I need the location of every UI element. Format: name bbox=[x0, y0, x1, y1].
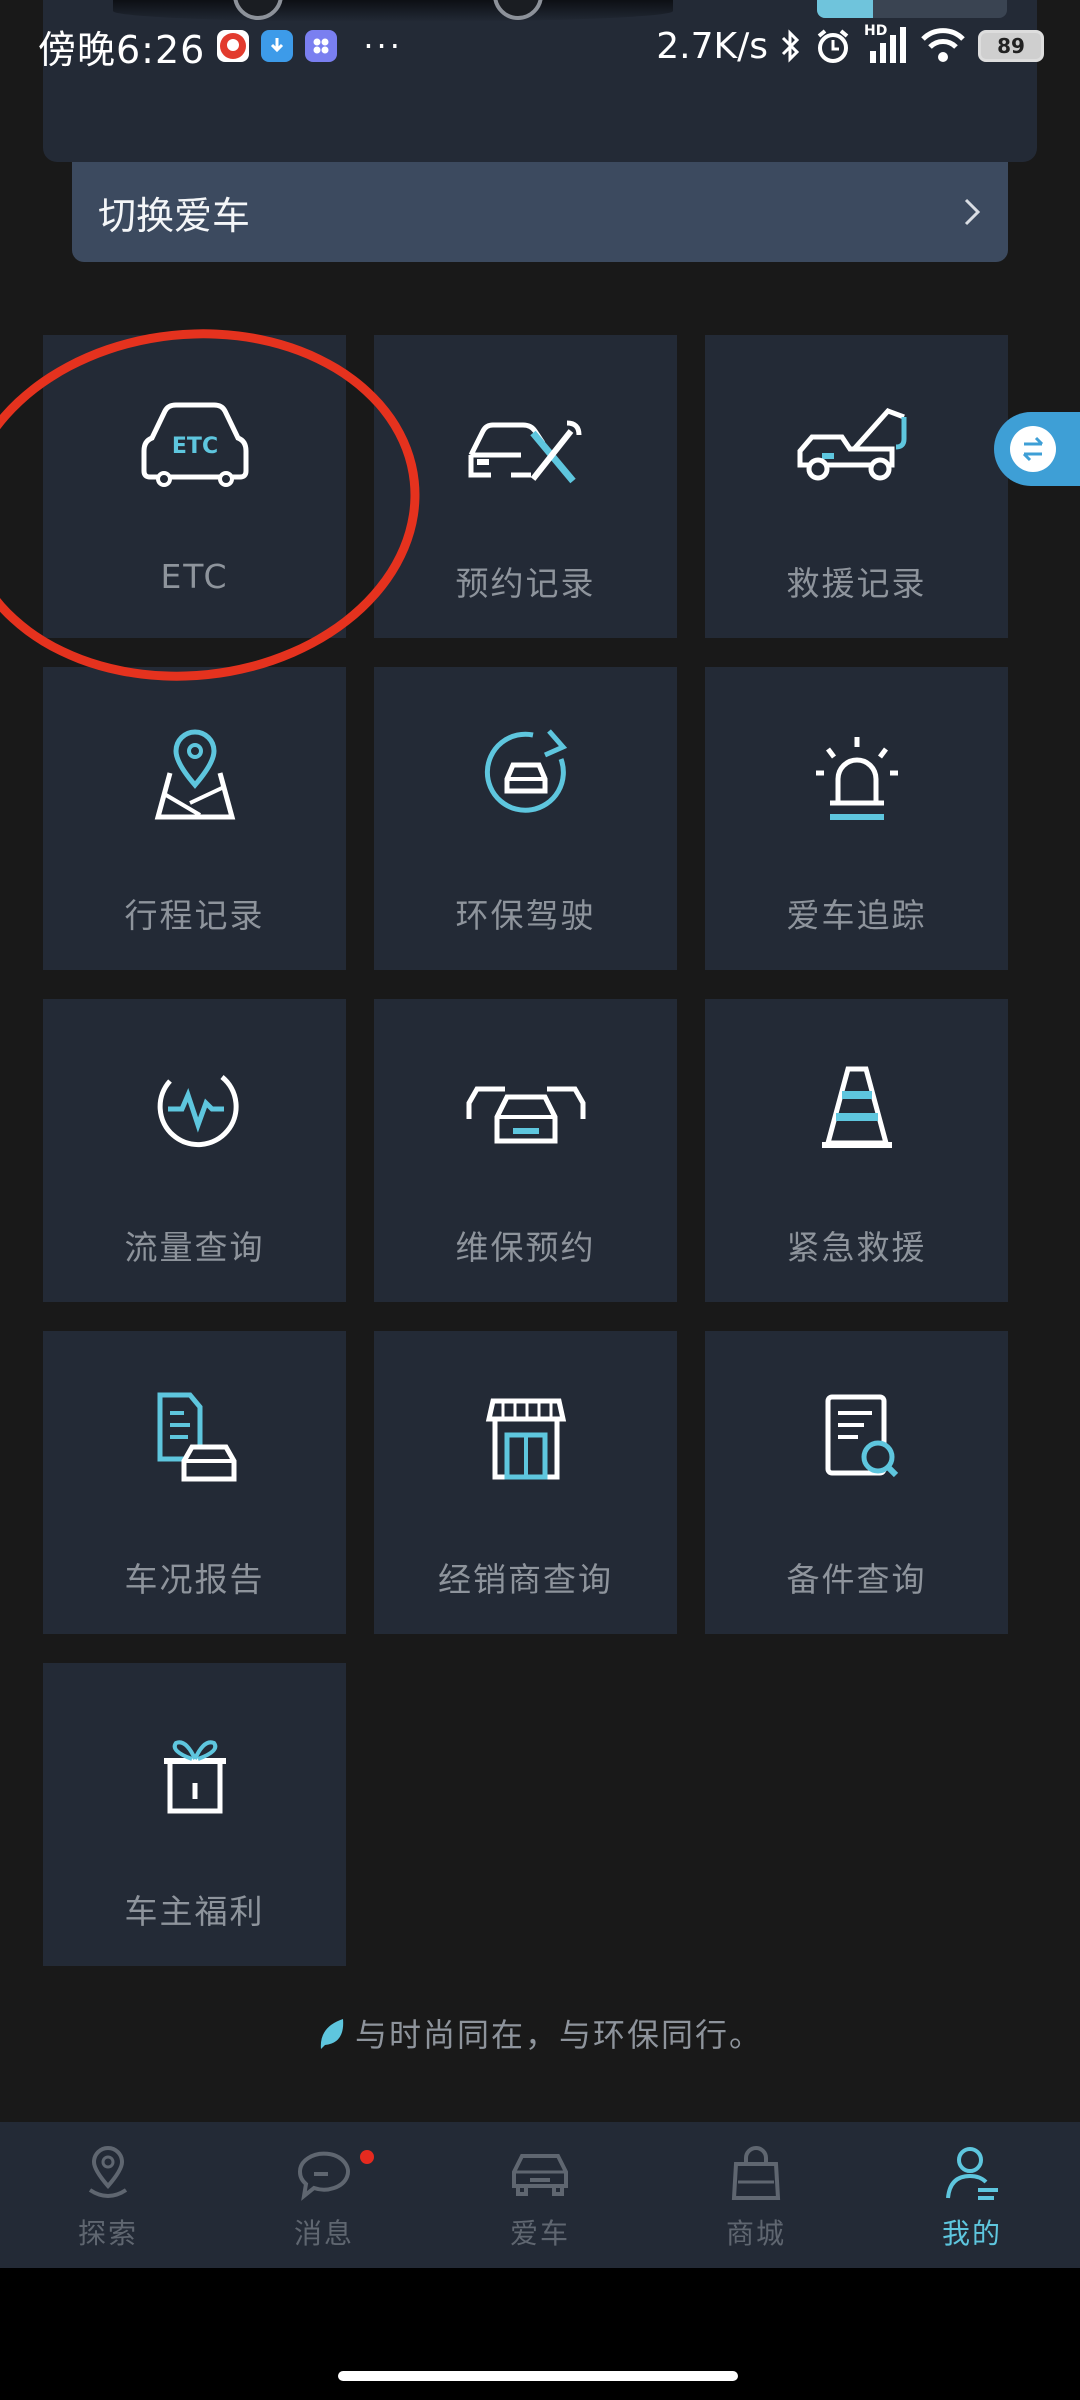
cars-service-icon bbox=[466, 1086, 586, 1144]
tile-label: 车况报告 bbox=[124, 1560, 265, 1599]
tile-dealer-query[interactable]: 经销商查询 bbox=[374, 1331, 677, 1634]
tile-car-tracking[interactable]: 爱车追踪 bbox=[705, 667, 1008, 970]
nav-label: 探索 bbox=[77, 2217, 138, 2250]
map-pin-icon bbox=[154, 729, 236, 820]
tile-label: 经销商查询 bbox=[438, 1560, 613, 1599]
cellular-signal-icon: HD bbox=[864, 23, 908, 65]
tile-label: 紧急救援 bbox=[786, 1228, 927, 1267]
unread-badge bbox=[360, 2150, 374, 2164]
data-flow-icon bbox=[157, 1075, 239, 1147]
nav-explore[interactable]: 探索 bbox=[0, 2122, 216, 2268]
nav-label: 爱车 bbox=[509, 2217, 570, 2250]
tile-label: 备件查询 bbox=[786, 1560, 927, 1599]
alarm-light-icon bbox=[816, 737, 898, 820]
tile-data-query[interactable]: 流量查询 bbox=[43, 999, 346, 1302]
profile-icon bbox=[946, 2147, 998, 2200]
location-icon bbox=[88, 2146, 128, 2198]
car-report-icon bbox=[157, 1392, 237, 1482]
tile-label: 流量查询 bbox=[124, 1228, 265, 1267]
tile-trip-records[interactable]: 行程记录 bbox=[43, 667, 346, 970]
tow-truck-icon bbox=[797, 408, 907, 481]
alarm-icon bbox=[817, 29, 849, 63]
etc-icon-text: ETC bbox=[172, 434, 218, 459]
app-notification-icon bbox=[217, 30, 250, 62]
network-speed: 2.7K/s bbox=[656, 25, 768, 67]
nav-label: 商城 bbox=[725, 2217, 786, 2250]
download-icon bbox=[261, 30, 294, 62]
tile-label: 预约记录 bbox=[455, 564, 596, 603]
status-time: 傍晚6:26 bbox=[38, 27, 206, 72]
wifi-icon bbox=[921, 28, 965, 62]
tile-emergency-rescue[interactable]: 紧急救援 bbox=[705, 999, 1008, 1302]
shopping-bag-icon bbox=[731, 2146, 781, 2200]
car-repair-icon bbox=[468, 420, 582, 484]
tile-eco-driving[interactable]: 环保驾驶 bbox=[374, 667, 677, 970]
tile-appointment-records[interactable]: 预约记录 bbox=[374, 335, 677, 638]
bottom-nav: 探索 消息 爱车 商城 我的 bbox=[0, 2122, 1080, 2268]
car-icon bbox=[512, 2154, 568, 2196]
tile-label: 环保驾驶 bbox=[455, 896, 596, 935]
nav-my-car[interactable]: 爱车 bbox=[432, 2122, 648, 2268]
chevron-right-icon bbox=[964, 198, 981, 226]
message-icon bbox=[297, 2151, 350, 2201]
nav-label: 消息 bbox=[293, 2217, 354, 2250]
nav-shop[interactable]: 商城 bbox=[648, 2122, 864, 2268]
battery-icon: 89 bbox=[978, 30, 1044, 62]
gift-icon bbox=[164, 1740, 226, 1814]
tile-maintenance-booking[interactable]: 维保预约 bbox=[374, 999, 677, 1302]
home-indicator[interactable] bbox=[338, 2371, 738, 2381]
parts-search-icon bbox=[825, 1394, 899, 1478]
tile-label: 爱车追踪 bbox=[786, 896, 927, 935]
floating-switch-button[interactable] bbox=[994, 412, 1080, 486]
tile-etc[interactable]: ETC ETC bbox=[43, 335, 346, 638]
etc-car-icon: ETC bbox=[141, 402, 249, 487]
tile-rescue-records[interactable]: 救援记录 bbox=[705, 335, 1008, 638]
tile-label: 救援记录 bbox=[786, 564, 927, 603]
tile-car-report[interactable]: 车况报告 bbox=[43, 1331, 346, 1634]
eco-drive-icon bbox=[484, 729, 568, 813]
store-icon bbox=[485, 1398, 567, 1480]
leaf-icon bbox=[320, 2019, 344, 2049]
tile-label: 车主福利 bbox=[124, 1892, 265, 1931]
tile-parts-query[interactable]: 备件查询 bbox=[705, 1331, 1008, 1634]
tile-label: 维保预约 bbox=[455, 1228, 596, 1267]
more-notifications-icon: ··· bbox=[363, 27, 403, 65]
app-grid-icon bbox=[305, 30, 338, 62]
tile-owner-benefits[interactable]: 车主福利 bbox=[43, 1663, 346, 1966]
nav-label: 我的 bbox=[941, 2217, 1002, 2250]
bluetooth-icon bbox=[781, 29, 800, 63]
switch-car-label: 切换爱车 bbox=[98, 193, 251, 238]
tile-label: ETC bbox=[160, 557, 229, 596]
slogan-text: 与时尚同在，与环保同行。 bbox=[354, 2016, 763, 2054]
tile-label: 行程记录 bbox=[124, 896, 265, 935]
battery-level: 89 bbox=[997, 34, 1025, 58]
status-bar: 傍晚6:26 ··· 2.7K/s HD 89 bbox=[0, 0, 1080, 92]
switch-car-button[interactable]: 切换爱车 bbox=[72, 162, 1008, 262]
swap-icon bbox=[1022, 436, 1044, 462]
slogan: 与时尚同在，与环保同行。 bbox=[0, 2010, 1080, 2056]
nav-messages[interactable]: 消息 bbox=[216, 2122, 432, 2268]
nav-mine[interactable]: 我的 bbox=[864, 2122, 1080, 2268]
traffic-cone-icon bbox=[822, 1066, 892, 1148]
